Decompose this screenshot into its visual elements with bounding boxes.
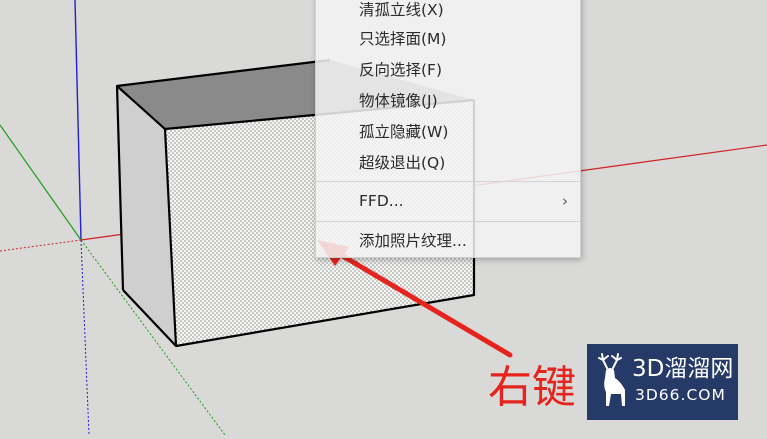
red-axis-dashed	[0, 239, 82, 252]
menu-item-label: 只选择面(M)	[359, 30, 447, 48]
blue-axis-dashed	[80, 239, 90, 436]
menu-item-label: 清孤立线(X)	[359, 1, 444, 19]
submenu-arrow-icon: ›	[562, 192, 568, 210]
watermark-logo: 3D溜溜网 3D66.COM	[587, 344, 738, 420]
watermark-brand: 3D溜溜网	[632, 356, 734, 382]
menu-item-label: 反向选择(F)	[359, 61, 443, 79]
green-axis-solid	[0, 124, 82, 241]
menu-separator	[316, 221, 580, 222]
annotation-label: 右键	[488, 362, 576, 413]
context-menu: 清孤立线(X) 只选择面(M) 反向选择(F) 物体镜像(J) 孤立隐藏(W) …	[315, 0, 581, 258]
blue-axis-solid	[74, 0, 82, 241]
deer-logo-icon	[598, 353, 625, 406]
menu-item-ffd[interactable]: FFD... ›	[316, 186, 580, 216]
menu-item-add-photo-texture[interactable]: 添加照片纹理...	[316, 226, 580, 256]
menu-item-select-faces-only[interactable]: 只选择面(M)	[316, 24, 580, 54]
menu-item-label: 超级退出(Q)	[359, 154, 446, 172]
watermark-domain: 3D66.COM	[635, 386, 726, 404]
menu-item-label: 物体镜像(J)	[359, 92, 438, 110]
menu-item-super-exit[interactable]: 超级退出(Q)	[316, 148, 580, 178]
menu-item-label: 添加照片纹理...	[359, 232, 467, 250]
menu-item-invert-selection[interactable]: 反向选择(F)	[316, 55, 580, 85]
menu-item-isolate-hide[interactable]: 孤立隐藏(W)	[316, 117, 580, 147]
menu-separator	[316, 181, 580, 182]
menu-item-clear-isolated-lines[interactable]: 清孤立线(X)	[316, 0, 580, 25]
menu-item-mirror-object[interactable]: 物体镜像(J)	[316, 86, 580, 116]
menu-item-label: 孤立隐藏(W)	[359, 123, 449, 141]
menu-item-label: FFD...	[359, 192, 404, 210]
